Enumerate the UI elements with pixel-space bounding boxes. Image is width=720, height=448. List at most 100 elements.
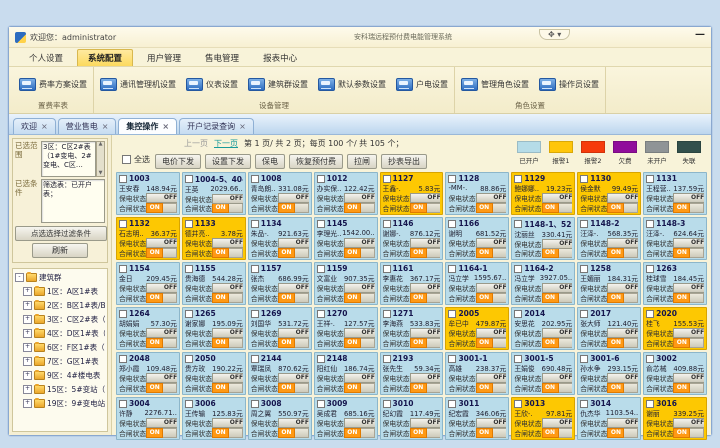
menu-item-售电管理[interactable]: 售电管理 — [195, 50, 249, 66]
supply-off-button[interactable]: OFF — [542, 328, 573, 338]
card-checkbox[interactable] — [185, 355, 193, 363]
card-checkbox[interactable] — [646, 310, 654, 318]
card-checkbox[interactable] — [185, 175, 193, 183]
scroll-up-icon[interactable]: ▲ — [97, 142, 104, 147]
toolbar-button-抄表导出[interactable]: 抄表导出 — [381, 154, 427, 169]
gate-on-button[interactable]: ON — [476, 338, 493, 348]
card-checkbox[interactable] — [580, 220, 588, 228]
tree-item[interactable]: +1区：A区1#表 — [23, 286, 105, 297]
meter-card[interactable]: 1012办实保..122.42元保电状态OFF合闸状态ON — [314, 172, 378, 215]
scope-scrollbar[interactable]: ▲▼ — [96, 141, 105, 177]
card-checkbox[interactable] — [119, 220, 127, 228]
meter-card[interactable]: 1129鲍娜娜..19.23元保电状态OFF合闸状态ON — [511, 172, 575, 215]
card-checkbox[interactable] — [646, 355, 654, 363]
gate-on-button[interactable]: ON — [542, 249, 559, 259]
supply-off-button[interactable]: OFF — [146, 328, 177, 338]
supply-off-button[interactable]: OFF — [410, 328, 441, 338]
supply-off-button[interactable]: OFF — [607, 418, 638, 428]
ribbon-button-通讯管理机设置[interactable]: 通讯管理机设置 — [100, 78, 176, 91]
expand-icon[interactable]: + — [23, 371, 32, 380]
gate-on-button[interactable]: ON — [410, 203, 427, 213]
card-checkbox[interactable] — [646, 265, 654, 273]
supply-off-button[interactable]: OFF — [410, 373, 441, 383]
meter-card[interactable]: 1133德井亮..3.78元保电状态OFF合闸状态ON — [182, 217, 246, 260]
gate-on-button[interactable]: ON — [344, 428, 361, 438]
gate-on-button[interactable]: ON — [607, 203, 624, 213]
gate-on-button[interactable]: ON — [278, 203, 295, 213]
gate-on-button[interactable]: ON — [673, 383, 690, 393]
gate-on-button[interactable]: ON — [146, 383, 163, 393]
meter-card[interactable]: 3006王传输125.83元保电状态OFF合闸状态ON — [182, 397, 246, 440]
gate-on-button[interactable]: ON — [542, 428, 559, 438]
supply-off-button[interactable]: OFF — [212, 328, 243, 338]
supply-off-button[interactable]: OFF — [344, 328, 375, 338]
supply-off-button[interactable]: OFF — [146, 283, 177, 293]
gate-on-button[interactable]: ON — [542, 383, 559, 393]
card-checkbox[interactable] — [251, 355, 259, 363]
meter-card[interactable]: 1164-1冯立学1595.67..保电状态OFF合闸状态ON — [445, 262, 509, 305]
menu-item-用户管理[interactable]: 用户管理 — [137, 50, 191, 66]
tree-root[interactable]: -建筑群 — [15, 272, 105, 283]
gate-on-button[interactable]: ON — [673, 428, 690, 438]
card-checkbox[interactable] — [514, 355, 522, 363]
meter-card[interactable]: 1004-5、40—王英2029.66..保电状态OFF合闸状态ON — [182, 172, 246, 215]
card-checkbox[interactable] — [251, 175, 259, 183]
gate-on-button[interactable]: ON — [410, 248, 427, 258]
supply-off-button[interactable]: OFF — [607, 328, 638, 338]
gate-on-button[interactable]: ON — [542, 338, 559, 348]
card-checkbox[interactable] — [185, 400, 193, 408]
tree-item[interactable]: +7区：G区1#表 — [23, 356, 105, 367]
gate-on-button[interactable]: ON — [212, 383, 229, 393]
toolbar-button-拉闸[interactable]: 拉闸 — [347, 154, 377, 169]
gate-on-button[interactable]: ON — [607, 428, 624, 438]
card-checkbox[interactable] — [448, 355, 456, 363]
card-checkbox[interactable] — [317, 355, 325, 363]
supply-off-button[interactable]: OFF — [410, 283, 441, 293]
supply-off-button[interactable]: OFF — [673, 193, 704, 203]
menu-item-系统配置[interactable]: 系统配置 — [77, 49, 133, 66]
supply-off-button[interactable]: OFF — [146, 238, 177, 248]
supply-off-button[interactable]: OFF — [278, 328, 309, 338]
card-checkbox[interactable] — [646, 175, 654, 183]
meter-card[interactable]: 3002俞芯械409.88元保电状态OFF合闸状态ON — [643, 352, 707, 395]
expand-icon[interactable]: + — [23, 357, 32, 366]
supply-off-button[interactable]: OFF — [673, 418, 704, 428]
card-checkbox[interactable] — [185, 220, 193, 228]
card-checkbox[interactable] — [383, 265, 391, 273]
supply-off-button[interactable]: OFF — [410, 418, 441, 428]
meter-card[interactable]: 1164-2冯立学3927.05..保电状态OFF合闸状态ON — [511, 262, 575, 305]
supply-off-button[interactable]: OFF — [278, 238, 309, 248]
menu-item-报表中心[interactable]: 报表中心 — [253, 50, 307, 66]
next-page-link[interactable]: 下一页 — [214, 138, 238, 149]
ribbon-button-建筑群设置[interactable]: 建筑群设置 — [248, 78, 308, 91]
meter-card[interactable]: 1269刘国华531.72元保电状态OFF合闸状态ON — [248, 307, 312, 350]
card-checkbox[interactable] — [119, 310, 127, 318]
supply-off-button[interactable]: OFF — [542, 373, 573, 383]
gate-on-button[interactable]: ON — [278, 383, 295, 393]
ribbon-button-费率方案设置[interactable]: 费率方案设置 — [19, 78, 87, 91]
supply-off-button[interactable]: OFF — [344, 373, 375, 383]
supply-off-button[interactable]: OFF — [344, 418, 375, 428]
gate-on-button[interactable]: ON — [212, 293, 229, 303]
meter-card[interactable]: 1132石志明..36.37元保电状态OFF合闸状态ON — [116, 217, 180, 260]
meter-card[interactable]: 2005牟已中479.87元保电状态OFF合闸状态ON — [445, 307, 509, 350]
card-checkbox[interactable] — [119, 400, 127, 408]
card-checkbox[interactable] — [580, 310, 588, 318]
gate-on-button[interactable]: ON — [146, 203, 163, 213]
card-checkbox[interactable] — [251, 265, 259, 273]
gate-on-button[interactable]: ON — [344, 338, 361, 348]
gate-on-button[interactable]: ON — [344, 203, 361, 213]
gate-on-button[interactable]: ON — [673, 293, 690, 303]
supply-off-button[interactable]: OFF — [607, 373, 638, 383]
card-checkbox[interactable] — [514, 220, 522, 228]
card-checkbox[interactable] — [646, 220, 654, 228]
supply-off-button[interactable]: OFF — [278, 373, 309, 383]
supply-off-button[interactable]: OFF — [476, 193, 507, 203]
card-checkbox[interactable] — [383, 310, 391, 318]
meter-card[interactable]: 1271李海燕533.83元保电状态OFF合闸状态ON — [380, 307, 444, 350]
gate-on-button[interactable]: ON — [212, 428, 229, 438]
meter-card[interactable]: 2048郑小霞109.48元保电状态OFF合闸状态ON — [116, 352, 180, 395]
meter-card[interactable]: 3009吴成君685.16元保电状态OFF合闸状态ON — [314, 397, 378, 440]
card-checkbox[interactable] — [317, 175, 325, 183]
supply-off-button[interactable]: OFF — [476, 238, 507, 248]
